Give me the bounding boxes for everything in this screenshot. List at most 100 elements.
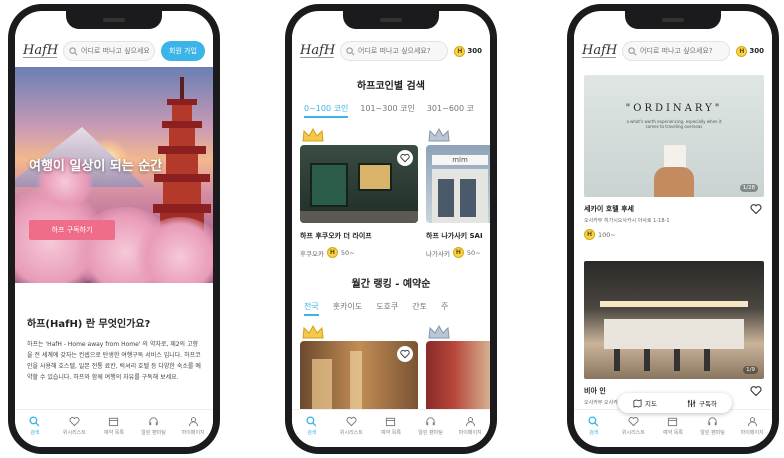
hotel-image-fukuoka[interactable] — [300, 145, 418, 223]
region-all[interactable]: 전국 — [304, 301, 319, 316]
gold-crown-icon — [302, 127, 324, 142]
hotel-name[interactable]: 하프 후쿠오카 더 라이프 — [300, 231, 372, 241]
search-bar[interactable] — [622, 41, 731, 61]
coin-balance[interactable]: H 300 — [454, 45, 482, 57]
heart-icon — [69, 417, 80, 427]
search-input[interactable] — [81, 47, 149, 55]
image-counter: 1/28 — [739, 184, 758, 192]
notch — [66, 11, 162, 29]
bottom-tab-bar: 검색 위시리스트 예약 목록 알린 팬미팅 마이페이지 — [15, 409, 213, 447]
hafh-logo[interactable]: HafH — [23, 44, 58, 58]
coin-balance[interactable]: H 300 — [736, 45, 764, 57]
search-bar[interactable] — [340, 41, 449, 61]
hero-title: 여행이 일상이 되는 순간 — [29, 159, 163, 174]
tab-wishlist[interactable]: 위시리스트 — [616, 416, 650, 436]
tab-reservations[interactable]: 예약 목록 — [374, 416, 408, 436]
ordinary-sign: "ORDINARY" — [625, 103, 723, 114]
image-counter: 1/9 — [743, 366, 758, 374]
ranking-hotel-image-1[interactable] — [300, 341, 418, 415]
map-filter-pill: 지도 구독하 — [618, 393, 732, 413]
person-icon — [747, 417, 757, 427]
hotel-image-via-inn[interactable]: 1/9 — [584, 261, 764, 379]
coin-icon: H — [326, 247, 338, 258]
filter-sliders-icon — [687, 399, 696, 407]
search-icon — [306, 416, 317, 427]
tab-reservations[interactable]: 예약 목록 — [97, 416, 131, 436]
search-icon — [29, 416, 40, 427]
coin-icon: H — [452, 247, 464, 258]
signup-button[interactable]: 회원 가입 — [161, 41, 205, 61]
person-icon — [188, 417, 198, 427]
calendar-icon — [668, 417, 678, 427]
region-kanto[interactable]: 간토 — [412, 301, 427, 316]
tab-support[interactable]: 알린 팬미팅 — [137, 416, 171, 436]
hotel-meta: 나가사키 H 50~ — [426, 247, 481, 258]
filter-0-100[interactable]: 0~100 코인 — [304, 103, 349, 118]
tab-mypage[interactable]: 마이페이지 — [453, 416, 487, 436]
region-hokkaido[interactable]: 홋카이도 — [333, 301, 362, 316]
hafh-logo[interactable]: HafH — [300, 44, 335, 58]
tab-support[interactable]: 알린 팬미팅 — [414, 416, 448, 436]
notch — [625, 11, 721, 29]
hotel-name[interactable]: 세카이 호텔 후세 — [584, 204, 634, 214]
search-input[interactable] — [640, 47, 725, 55]
notch — [343, 11, 439, 29]
tab-wishlist[interactable]: 위시리스트 — [57, 416, 91, 436]
heart-icon — [628, 417, 639, 427]
coin-filter-tabs: 0~100 코인 101~300 코인 301~600 코 — [304, 103, 474, 118]
hotel-meta: 후쿠오카 H 50~ — [300, 247, 355, 258]
gold-crown-icon — [302, 324, 324, 339]
search-icon — [588, 416, 599, 427]
search-bar[interactable] — [63, 41, 155, 61]
hafh-logo[interactable]: HafH — [582, 44, 617, 58]
sign-caption: a what's worth experiencing, especially … — [626, 119, 722, 129]
heart-icon — [400, 349, 410, 359]
search-icon — [69, 46, 78, 55]
headset-icon — [426, 417, 435, 426]
hotel-address: 오사카부 히가시오사카시 아사로 1-18-1 — [584, 218, 670, 224]
hotel-price: 50~ — [466, 248, 481, 257]
filter-101-300[interactable]: 101~300 코인 — [360, 103, 415, 118]
filter-301-600[interactable]: 301~600 코 — [427, 103, 474, 118]
region-more[interactable]: 주 — [441, 301, 448, 316]
heart-icon[interactable] — [750, 385, 762, 397]
ranking-title: 월간 랭킹 - 예약순 — [351, 279, 431, 290]
search-icon — [346, 46, 355, 55]
hotel-price: 50~ — [340, 248, 355, 257]
heart-icon[interactable] — [750, 203, 762, 215]
headset-icon — [708, 417, 717, 426]
wishlist-heart-button[interactable] — [397, 346, 413, 362]
coin-balance-value: 300 — [749, 47, 764, 55]
heart-icon — [400, 153, 410, 163]
map-button[interactable]: 지도 — [633, 398, 657, 408]
wishlist-heart-button[interactable] — [397, 150, 413, 166]
search-input[interactable] — [358, 47, 443, 55]
tab-mypage[interactable]: 마이페이지 — [735, 416, 769, 436]
tab-reservations[interactable]: 예약 목록 — [656, 416, 690, 436]
tab-support[interactable]: 알린 팬미팅 — [696, 416, 730, 436]
tab-search[interactable]: 검색 — [295, 416, 329, 436]
hotel-image-nagasaki[interactable]: mlm — [426, 145, 490, 223]
tab-search[interactable]: 검색 — [577, 416, 611, 436]
coin-section-title: 하프코인별 검색 — [357, 81, 425, 92]
hotel-name[interactable]: 하프 나가사키 SAI — [426, 231, 483, 241]
tab-mypage[interactable]: 마이페이지 — [176, 416, 210, 436]
ranking-hotel-image-2[interactable] — [426, 341, 490, 415]
person-icon — [465, 417, 475, 427]
tab-search[interactable]: 검색 — [18, 416, 52, 436]
top-bar: HafH H 300 — [292, 35, 490, 67]
search-screen: HafH H 300 하프코인별 검색 0~100 코인 101~300 코인 … — [292, 11, 490, 447]
region-tohoku[interactable]: 도호쿠 — [376, 301, 398, 316]
search-icon — [628, 46, 637, 55]
subscribe-button[interactable]: 하프 구독하기 — [29, 220, 115, 240]
filter-button[interactable]: 구독하 — [687, 398, 717, 408]
heart-icon — [346, 417, 357, 427]
hotel-name[interactable]: 비아 인 — [584, 386, 606, 396]
top-bar: HafH H 300 — [574, 35, 772, 67]
coin-icon: H — [584, 229, 595, 240]
about-body: 하프는 'HafH - Home away from Home' 의 약자로, … — [27, 341, 201, 381]
tab-wishlist[interactable]: 위시리스트 — [334, 416, 368, 436]
home-screen: HafH 회원 가입 — [15, 11, 213, 447]
hotel-image-sekai[interactable]: "ORDINARY" a what's worth experiencing, … — [584, 75, 764, 197]
silver-crown-icon — [428, 127, 450, 142]
